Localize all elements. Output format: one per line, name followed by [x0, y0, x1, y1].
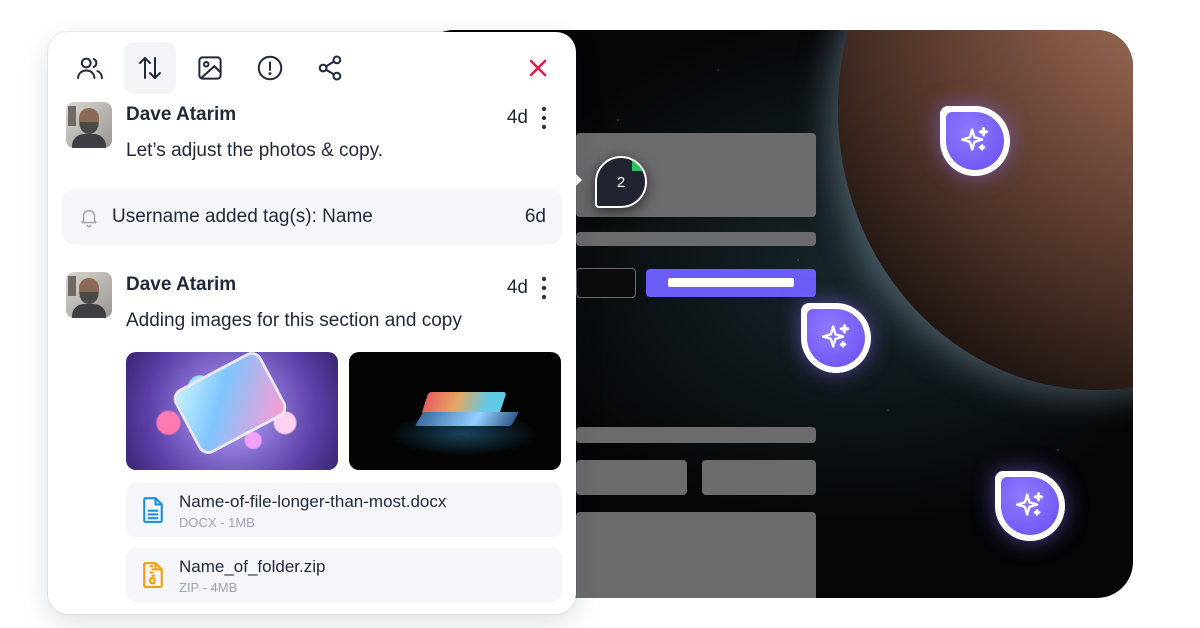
comment-panel: Dave Atarim Let’s adjust the photos & co… [48, 32, 576, 614]
users-button[interactable] [64, 42, 116, 94]
zip-file-icon [143, 562, 163, 588]
document-icon [143, 497, 163, 523]
panel-toolbar [64, 42, 560, 94]
mockup-card-left [576, 460, 687, 495]
close-button[interactable] [516, 46, 560, 90]
notification-text: Username added tag(s): Name [112, 206, 373, 227]
comment-message: Let’s adjust the photos & copy. [126, 140, 384, 161]
sparkle-icon [1016, 492, 1044, 516]
sort-icon [139, 57, 161, 79]
sparkle-icon [822, 324, 850, 348]
notification-time: 6d [524, 206, 546, 227]
file-name: Name_of_folder.zip [179, 557, 326, 576]
ai-suggestion-pin[interactable] [801, 303, 871, 373]
more-options-icon[interactable] [536, 274, 552, 302]
comment-time: 4d [506, 107, 528, 128]
file-attachment[interactable]: Name-of-file-longer-than-most.docx DOCX … [126, 483, 562, 537]
image-icon [198, 56, 222, 80]
comment-message: Adding images for this section and copy [126, 310, 462, 331]
mockup-card-right [702, 460, 816, 495]
photo-attachment-phone[interactable] [126, 352, 338, 470]
file-attachment[interactable]: Name_of_folder.zip ZIP - 4MB [126, 548, 562, 602]
comment-count-pin[interactable]: 2 [595, 156, 647, 208]
comment-author: Dave Atarim [126, 274, 237, 295]
close-icon [529, 59, 547, 77]
sort-button[interactable] [124, 42, 176, 94]
avatar[interactable] [66, 272, 112, 318]
share-button[interactable] [304, 42, 356, 94]
alert-icon [257, 55, 283, 81]
mockup-divider-line [576, 427, 816, 443]
ai-suggestion-pin[interactable] [995, 471, 1065, 541]
mockup-content-block [576, 512, 816, 598]
comment-time: 4d [506, 277, 528, 298]
file-name: Name-of-file-longer-than-most.docx [179, 492, 447, 511]
avatar[interactable] [66, 102, 112, 148]
bell-icon [81, 209, 97, 228]
mockup-input-field [576, 268, 636, 298]
more-options-icon[interactable] [536, 104, 552, 132]
comment-item: Dave Atarim Let’s adjust the photos & co… [66, 102, 558, 172]
users-icon [77, 57, 103, 79]
image-button[interactable] [184, 42, 236, 94]
share-icon [318, 55, 342, 81]
activity-notification: Username added tag(s): Name 6d [62, 189, 562, 245]
mockup-text-line [576, 232, 816, 246]
mockup-cta-button [646, 269, 816, 297]
comment-item: Dave Atarim Adding images for this secti… [66, 272, 558, 342]
comment-count: 2 [616, 173, 626, 191]
sparkle-icon [961, 127, 989, 151]
attached-photos [126, 352, 562, 470]
file-meta: DOCX - 1MB [179, 515, 255, 530]
file-meta: ZIP - 4MB [179, 580, 238, 595]
alert-button[interactable] [244, 42, 296, 94]
comment-author: Dave Atarim [126, 104, 237, 125]
ai-suggestion-pin[interactable] [940, 106, 1010, 176]
photo-attachment-laptop[interactable] [349, 352, 561, 470]
